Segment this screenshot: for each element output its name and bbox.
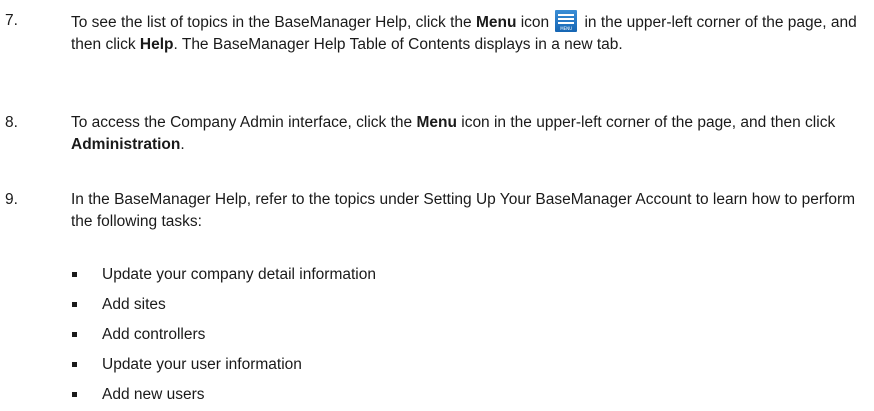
step-number: 8. [5,114,18,131]
menu-term: Menu [416,114,457,131]
step-number: 7. [5,12,18,29]
bullet-icon [72,302,77,307]
step-text: To see the list of topics in the BaseMan… [71,10,871,56]
administration-term: Administration [71,136,181,153]
list-item: Add new users [0,384,874,406]
list-item: Add controllers [0,324,874,346]
bullet-icon [72,362,77,367]
step-7: 7. To see the list of topics in the Base… [0,10,874,80]
task-text: Update your company detail information [102,266,376,283]
task-text: Update your user information [102,356,302,373]
list-item: Update your user information [0,354,874,376]
step-number: 9. [5,191,18,208]
step-text: In the BaseManager Help, refer to the to… [71,191,856,230]
list-item: Add sites [0,294,874,316]
bullet-icon [72,272,77,277]
menu-icon: MENU [555,10,578,32]
task-text: Add controllers [102,326,206,343]
step-9: 9. In the BaseManager Help, refer to the… [0,189,874,235]
list-item: Update your company detail information [0,264,874,286]
task-text: Add sites [102,296,166,313]
step-text: To access the Company Admin interface, c… [71,114,836,153]
task-text: Add new users [102,386,205,403]
step-8: 8. To access the Company Admin interface… [0,112,874,158]
menu-term: Menu [475,14,517,31]
bullet-icon [72,332,77,337]
help-term: Help [139,36,174,53]
bullet-icon [72,392,77,397]
